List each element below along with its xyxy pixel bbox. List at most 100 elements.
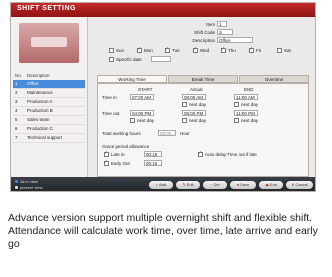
row-desc: Sales team [27, 117, 50, 122]
time-in-actual-nextday-label: next day [189, 102, 207, 107]
save-icon: ● [236, 182, 240, 187]
day-mon-checkbox[interactable] [137, 46, 142, 53]
row-no: 1 [15, 81, 18, 86]
time-in-end-field[interactable]: 11:00 AM [234, 94, 258, 100]
specific-date-checkbox[interactable] [109, 57, 114, 62]
shift-list-header: No. Description [13, 71, 85, 80]
shift-code-label: Shift Code [193, 30, 215, 35]
legend-dot-icon [15, 180, 18, 184]
day-sat-checkbox[interactable] [277, 48, 282, 53]
specific-date-label: Specific date [116, 57, 142, 62]
time-in-actual-field[interactable]: 08:00 AM [182, 94, 206, 100]
shift-form: Item 1 Shift Code S Description Office S… [89, 17, 315, 177]
list-item[interactable]: 2 Maintenance [13, 89, 85, 98]
edit-button[interactable]: ✎Edit [176, 181, 200, 189]
list-item[interactable]: 3 Production A [13, 98, 85, 107]
delete-button-label: Del [213, 182, 220, 187]
time-in-start-field[interactable]: 07:00 AM [130, 94, 154, 100]
cancel-button-label: Cancel [295, 182, 308, 187]
time-out-actual-field[interactable]: 05:00 PM [182, 110, 206, 116]
time-out-end-field[interactable]: 11:00 PM [234, 110, 258, 116]
col-start-label: START [138, 87, 153, 92]
day-mon-label: Mon [144, 48, 153, 53]
day-tue-checkbox[interactable] [165, 46, 170, 53]
exit-button-label: Exit [270, 182, 277, 187]
tab-overtime[interactable]: Overtime [239, 75, 309, 83]
time-out-start-field[interactable]: 04:00 PM [130, 110, 154, 116]
tab-working-time[interactable]: Working Time [97, 75, 167, 83]
auto-delay-checkbox[interactable] [198, 150, 203, 157]
tab-bar: Working Time Break Time Overtime [97, 75, 309, 83]
total-hours-field[interactable]: 08:00 [158, 130, 176, 136]
row-no: 3 [15, 99, 18, 104]
working-time-panel: START Actual END Time in 07:00 AM 08:00 … [97, 83, 309, 177]
time-out-end-nextday-label: next day [241, 118, 259, 123]
late-in-checkbox[interactable] [104, 150, 109, 157]
day-thu-checkbox[interactable] [221, 46, 226, 53]
day-fri-checkbox[interactable] [249, 46, 254, 53]
row-desc: Production B [27, 108, 53, 113]
bottom-toolbar: All in view present view +Add ✎Edit −Del… [11, 177, 315, 191]
exit-button[interactable]: ⏏Exit [259, 181, 283, 189]
time-in-end-nextday-checkbox[interactable] [234, 102, 239, 107]
specific-date-field[interactable] [151, 56, 171, 62]
col-description: Description [27, 73, 50, 78]
time-out-start-nextday-checkbox[interactable] [130, 118, 135, 123]
col-end-label: END [244, 87, 254, 92]
row-desc: Production C [27, 126, 54, 131]
description-field[interactable]: Office [217, 37, 253, 43]
shift-list: 1 Office 2 Maintenance 3 Production A 4 Prod… [13, 80, 85, 143]
add-icon: + [155, 182, 159, 187]
row-no: 2 [15, 90, 18, 95]
row-no: 7 [15, 135, 18, 140]
time-out-end-nextday-checkbox[interactable] [234, 118, 239, 123]
time-in-end-nextday-label: next day [241, 102, 259, 107]
tab-break-time[interactable]: Break Time [168, 75, 238, 83]
save-button[interactable]: ●Save [230, 181, 256, 189]
row-desc: Technical support [27, 135, 63, 140]
time-out-label: Time out [102, 111, 120, 116]
row-no: 6 [15, 126, 18, 131]
late-in-field[interactable]: 00:15 [144, 151, 162, 157]
list-item[interactable]: 5 Sales team [13, 116, 85, 125]
shift-setting-window: SHIFT SETTING No. Description 1 Office 2 M… [10, 2, 316, 192]
legend-all-in-view: All in view [15, 179, 38, 184]
time-out-start-nextday-label: next day [137, 118, 155, 123]
time-out-actual-nextday-label: next day [189, 118, 207, 123]
legend-dot-icon [15, 186, 18, 190]
caption-text: Advance version support multiple overnig… [8, 212, 318, 250]
shift-list-panel: No. Description 1 Office 2 Maintenance 3 Pr… [11, 17, 88, 177]
total-hours-label: Total working hours [102, 131, 141, 136]
list-item[interactable]: 4 Production B [13, 107, 85, 116]
day-sat-label: Sat [284, 48, 291, 53]
list-item[interactable]: 1 Office [13, 80, 85, 89]
day-sun-checkbox[interactable] [109, 48, 114, 53]
time-in-actual-nextday-checkbox[interactable] [182, 102, 187, 107]
hour-unit-label: Hour [180, 131, 190, 136]
delete-button[interactable]: −Del [203, 181, 227, 189]
list-item[interactable]: 7 Technical support [13, 134, 85, 143]
item-label: Item [206, 22, 215, 27]
add-button[interactable]: +Add [149, 181, 173, 189]
early-out-field[interactable]: 00:15 [144, 160, 162, 166]
auto-delay-label: Auto delay Time out if late [205, 152, 257, 157]
row-no: 4 [15, 108, 18, 113]
legend-present-view: present view [15, 185, 42, 190]
time-out-actual-nextday-checkbox[interactable] [182, 118, 187, 123]
save-button-label: Save [240, 182, 250, 187]
late-in-label: Late in [111, 152, 125, 157]
item-field[interactable]: 1 [217, 21, 227, 27]
grace-label: Grace period allowance [102, 144, 150, 149]
col-no: No. [15, 73, 23, 78]
add-button-label: Add [159, 182, 167, 187]
shift-code-field[interactable]: S [217, 29, 233, 35]
cancel-button[interactable]: ✕Cancel [286, 181, 313, 189]
edit-icon: ✎ [182, 182, 186, 187]
day-wed-label: Wed [200, 48, 210, 53]
early-out-checkbox[interactable] [104, 159, 109, 166]
legend-label: present view [20, 185, 43, 190]
list-item[interactable]: 6 Production C [13, 125, 85, 134]
day-sun-label: Sun [116, 48, 125, 53]
day-wed-checkbox[interactable] [193, 46, 198, 53]
cancel-icon: ✕ [291, 182, 295, 187]
